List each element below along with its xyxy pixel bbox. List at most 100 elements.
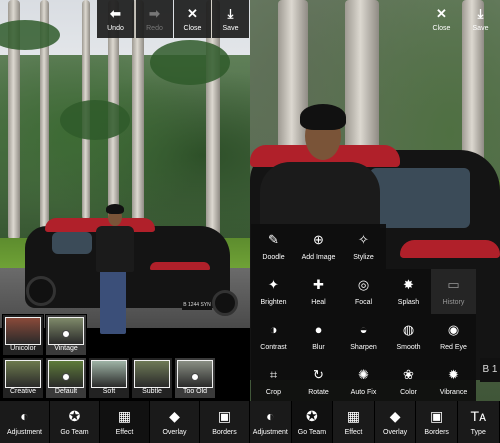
car-window [370,168,470,228]
tab-label: Effect [344,428,363,436]
car-wheel [212,290,238,316]
tab-borders[interactable]: ▣ Borders [200,401,250,443]
tool-red-eye[interactable]: ◉ Red Eye [431,314,476,359]
person-hair [300,104,346,130]
palm-frond [60,100,130,140]
effect-thumb-vintage[interactable]: Vintage [45,314,87,356]
effect-thumb-default[interactable]: Default [45,357,87,399]
person-hair [106,204,124,214]
tab-adjustment[interactable]: ◐ Adjustment [250,401,292,443]
smooth-icon: ◍ [402,321,415,337]
tab-label: Go Team [297,428,327,436]
undo-button[interactable]: ⬅ Undo [97,0,134,38]
effect-label: Creative [9,388,37,395]
save-icon: ⤓ [227,5,234,21]
tab-type[interactable]: Tᴀ Type [457,401,500,443]
close-icon: ✕ [436,5,447,21]
save-button[interactable]: ⤓ Save [462,0,499,38]
sharpen-icon: ◒ [359,321,368,337]
tool-doodle[interactable]: ✎ Doodle [251,224,296,269]
tool-label: Focal [354,298,373,306]
tool-blur[interactable]: ● Blur [296,314,341,359]
save-button[interactable]: ⤓ Save [212,0,249,38]
palm-trunk [206,0,220,265]
vibrance-icon: ✹ [448,366,459,382]
redo-label: Redo [146,24,163,32]
tool-contrast[interactable]: ◑ Contrast [251,314,296,359]
effect-label: Default [54,388,78,395]
tool-label: Heal [311,298,326,306]
effect-thumb-too-old[interactable]: Too Old [174,357,216,399]
tool-label: Vibrance [439,388,468,396]
tool-label: Add Image [301,253,336,261]
tool-sharpen[interactable]: ◒ Sharpen [341,314,386,359]
tool-color[interactable]: ❀ Color [386,359,431,404]
add-image-icon: ⊕ [313,231,324,247]
effect-preview [91,360,127,388]
effect-preview [134,360,170,388]
tool-auto-fix[interactable]: ✺ Auto Fix [341,359,386,404]
effect-thumb-subtle[interactable]: Subtle [131,357,173,399]
focal-icon: ◎ [357,276,370,292]
effect-label: Vintage [54,345,78,352]
tab-overlay[interactable]: ◆ Overlay [150,401,200,443]
brighten-icon: ✦ [268,276,279,292]
tab-go-team[interactable]: ✪ Go Team [50,401,100,443]
effect-thumb-creative[interactable]: Creative [2,357,44,399]
close-label: Close [432,24,451,32]
tool-label: Rotate [308,388,329,396]
tab-adjustment[interactable]: ◐ Adjustment [0,401,50,443]
tool-brighten[interactable]: ✦ Brighten [251,269,296,314]
tool-label: Crop [265,388,282,396]
go-team-icon: ✪ [306,407,318,424]
tab-label: Type [470,428,486,436]
tool-label: Stylize [353,253,374,261]
go-team-icon: ✪ [68,407,81,424]
effect-label: Subtle [142,388,162,395]
tool-crop[interactable]: ⌗ Crop [251,359,296,404]
adjustment-icon: ◐ [266,407,275,424]
history-icon: ▭ [447,276,460,292]
tool-label: Smooth [396,343,421,351]
car-wheel [26,276,56,306]
close-button[interactable]: ✕ Close [174,0,211,38]
car-hood-stripe [150,262,210,270]
redo-icon: ➡ [149,5,160,21]
close-button[interactable]: ✕ Close [423,0,460,38]
save-icon: ⤓ [477,5,484,21]
effect-icon: ▦ [346,407,361,424]
tool-add-image[interactable]: ⊕ Add Image [296,224,341,269]
effect-thumb-soft[interactable]: Soft [88,357,130,399]
tab-effect[interactable]: ▦ Effect [100,401,150,443]
tab-effect[interactable]: ▦ Effect [333,401,375,443]
red-eye-icon: ◉ [447,321,460,337]
car-hood-stripe [400,240,500,258]
left-screen: B 1244 SYN ⬅ Undo ➡ Redo ✕ Close ⤓ Save Unicolo… [0,0,250,443]
tool-heal[interactable]: ✚ Heal [296,269,341,314]
tool-splash[interactable]: ✸ Splash [386,269,431,314]
effect-label: Too Old [182,388,208,395]
tool-label: Splash [397,298,420,306]
rotate-icon: ↻ [313,366,324,382]
effect-label: Soft [102,388,116,395]
heal-icon: ✚ [313,276,324,292]
doodle-icon: ✎ [268,231,279,247]
tab-label: Overlay [383,428,408,436]
tool-vibrance[interactable]: ✹ Vibrance [431,359,476,404]
tool-stylize[interactable]: ✧ Stylize [341,224,386,269]
person-torso [96,226,134,272]
selected-indicator-icon [62,330,70,338]
tab-go-team[interactable]: ✪ Go Team [291,401,334,443]
contrast-icon: ◑ [269,321,278,337]
right-bottom-bar: ◐ Adjustment ✪ Go Team ▦ Effect ◆ Overlay ▣ Borde… [250,401,500,443]
tab-label: Adjustment [6,428,43,436]
tool-rotate[interactable]: ↻ Rotate [296,359,341,404]
auto-fix-icon: ✺ [358,366,369,382]
tool-smooth[interactable]: ◍ Smooth [386,314,431,359]
save-label: Save [222,24,239,32]
effect-thumb-unicolor[interactable]: Unicolor [2,314,44,356]
tab-borders[interactable]: ▣ Borders [416,401,458,443]
stylize-icon: ✧ [358,231,369,247]
tool-focal[interactable]: ◎ Focal [341,269,386,314]
tab-overlay[interactable]: ◆ Overlay [374,401,417,443]
